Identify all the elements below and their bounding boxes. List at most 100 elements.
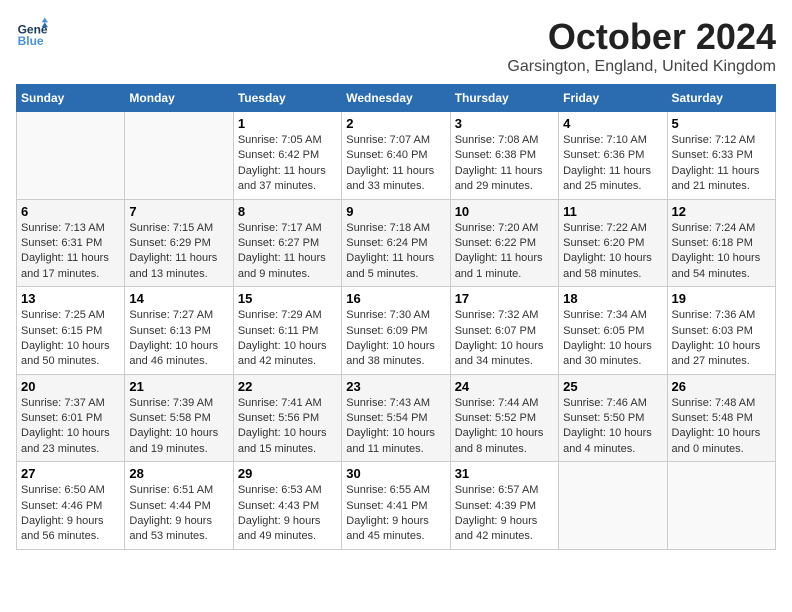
calendar-cell: 17 Sunrise: 7:32 AM Sunset: 6:07 PM Dayli… xyxy=(450,287,558,375)
date-number: 10 xyxy=(455,204,554,219)
calendar-cell: 8 Sunrise: 7:17 AM Sunset: 6:27 PM Daylig… xyxy=(233,199,341,287)
calendar-cell xyxy=(667,462,775,550)
calendar-cell: 1 Sunrise: 7:05 AM Sunset: 6:42 PM Daylig… xyxy=(233,112,341,200)
week-row-3: 13 Sunrise: 7:25 AM Sunset: 6:15 PM Dayli… xyxy=(17,287,776,375)
date-number: 30 xyxy=(346,466,445,481)
title-area: October 2024 Garsington, England, United… xyxy=(507,16,776,76)
calendar-cell: 28 Sunrise: 6:51 AM Sunset: 4:44 PM Dayli… xyxy=(125,462,233,550)
day-header-saturday: Saturday xyxy=(667,85,775,112)
calendar-cell: 14 Sunrise: 7:27 AM Sunset: 6:13 PM Dayli… xyxy=(125,287,233,375)
header: General Blue October 2024 Garsington, En… xyxy=(16,16,776,76)
date-number: 28 xyxy=(129,466,228,481)
day-header-sunday: Sunday xyxy=(17,85,125,112)
date-number: 20 xyxy=(21,379,120,394)
calendar-cell: 2Sunrise: 7:07 AM Sunset: 6:40 PM Daylig… xyxy=(342,112,450,200)
cell-info: Sunrise: 7:36 AM Sunset: 6:03 PM Dayligh… xyxy=(672,308,771,370)
cell-info: Sunrise: 6:53 AM Sunset: 4:43 PM Dayligh… xyxy=(238,483,337,545)
date-number: 2 xyxy=(346,116,445,131)
calendar-cell xyxy=(559,462,667,550)
cell-info: Sunrise: 7:43 AM Sunset: 5:54 PM Dayligh… xyxy=(346,396,445,458)
date-number: 4 xyxy=(563,116,662,131)
cell-info: Sunrise: 7:24 AM Sunset: 6:18 PM Dayligh… xyxy=(672,221,771,283)
cell-info: Sunrise: 7:41 AM Sunset: 5:56 PM Dayligh… xyxy=(238,396,337,458)
date-number: 18 xyxy=(563,291,662,306)
calendar-cell: 12 Sunrise: 7:24 AM Sunset: 6:18 PM Dayli… xyxy=(667,199,775,287)
date-number: 3 xyxy=(455,116,554,131)
day-header-monday: Monday xyxy=(125,85,233,112)
calendar-cell: 26 Sunrise: 7:48 AM Sunset: 5:48 PM Dayli… xyxy=(667,374,775,462)
cell-info: Sunrise: 7:27 AM Sunset: 6:13 PM Dayligh… xyxy=(129,308,228,370)
date-number: 27 xyxy=(21,466,120,481)
cell-info: Sunrise: 7:25 AM Sunset: 6:15 PM Dayligh… xyxy=(21,308,120,370)
calendar-table: SundayMondayTuesdayWednesdayThursdayFrid… xyxy=(16,84,776,550)
date-number: 7 xyxy=(129,204,228,219)
cell-info: Sunrise: 7:29 AM Sunset: 6:11 PM Dayligh… xyxy=(238,308,337,370)
cell-info: Sunrise: 7:22 AM Sunset: 6:20 PM Dayligh… xyxy=(563,221,662,283)
calendar-cell: 5Sunrise: 7:12 AM Sunset: 6:33 PM Daylig… xyxy=(667,112,775,200)
cell-info: Sunrise: 7:05 AM Sunset: 6:42 PM Dayligh… xyxy=(238,133,337,195)
date-number: 6 xyxy=(21,204,120,219)
header-row: SundayMondayTuesdayWednesdayThursdayFrid… xyxy=(17,85,776,112)
date-number: 15 xyxy=(238,291,337,306)
cell-info: Sunrise: 7:48 AM Sunset: 5:48 PM Dayligh… xyxy=(672,396,771,458)
date-number: 22 xyxy=(238,379,337,394)
date-number: 13 xyxy=(21,291,120,306)
cell-info: Sunrise: 7:17 AM Sunset: 6:27 PM Dayligh… xyxy=(238,221,337,283)
cell-info: Sunrise: 6:55 AM Sunset: 4:41 PM Dayligh… xyxy=(346,483,445,545)
date-number: 1 xyxy=(238,116,337,131)
calendar-cell: 27Sunrise: 6:50 AM Sunset: 4:46 PM Dayli… xyxy=(17,462,125,550)
cell-info: Sunrise: 7:34 AM Sunset: 6:05 PM Dayligh… xyxy=(563,308,662,370)
cell-info: Sunrise: 7:13 AM Sunset: 6:31 PM Dayligh… xyxy=(21,221,120,283)
date-number: 17 xyxy=(455,291,554,306)
calendar-cell: 20 Sunrise: 7:37 AM Sunset: 6:01 PM Dayli… xyxy=(17,374,125,462)
logo: General Blue xyxy=(16,16,48,48)
svg-text:Blue: Blue xyxy=(18,34,44,48)
day-header-wednesday: Wednesday xyxy=(342,85,450,112)
cell-info: Sunrise: 6:57 AM Sunset: 4:39 PM Dayligh… xyxy=(455,483,554,545)
calendar-cell: 11Sunrise: 7:22 AM Sunset: 6:20 PM Dayli… xyxy=(559,199,667,287)
cell-info: Sunrise: 7:32 AM Sunset: 6:07 PM Dayligh… xyxy=(455,308,554,370)
calendar-cell: 3 Sunrise: 7:08 AM Sunset: 6:38 PM Daylig… xyxy=(450,112,558,200)
week-row-5: 27Sunrise: 6:50 AM Sunset: 4:46 PM Dayli… xyxy=(17,462,776,550)
calendar-cell: 31Sunrise: 6:57 AM Sunset: 4:39 PM Dayli… xyxy=(450,462,558,550)
calendar-cell: 24 Sunrise: 7:44 AM Sunset: 5:52 PM Dayli… xyxy=(450,374,558,462)
calendar-cell: 29 Sunrise: 6:53 AM Sunset: 4:43 PM Dayli… xyxy=(233,462,341,550)
cell-info: Sunrise: 7:18 AM Sunset: 6:24 PM Dayligh… xyxy=(346,221,445,283)
calendar-cell: 18 Sunrise: 7:34 AM Sunset: 6:05 PM Dayli… xyxy=(559,287,667,375)
calendar-cell: 19 Sunrise: 7:36 AM Sunset: 6:03 PM Dayli… xyxy=(667,287,775,375)
date-number: 25 xyxy=(563,379,662,394)
date-number: 16 xyxy=(346,291,445,306)
date-number: 23 xyxy=(346,379,445,394)
cell-info: Sunrise: 7:46 AM Sunset: 5:50 PM Dayligh… xyxy=(563,396,662,458)
week-row-2: 6 Sunrise: 7:13 AM Sunset: 6:31 PM Daylig… xyxy=(17,199,776,287)
page-subtitle: Garsington, England, United Kingdom xyxy=(507,58,776,76)
page-title: October 2024 xyxy=(507,16,776,58)
calendar-cell xyxy=(17,112,125,200)
date-number: 24 xyxy=(455,379,554,394)
calendar-cell: 13 Sunrise: 7:25 AM Sunset: 6:15 PM Dayli… xyxy=(17,287,125,375)
calendar-cell: 4Sunrise: 7:10 AM Sunset: 6:36 PM Daylig… xyxy=(559,112,667,200)
date-number: 5 xyxy=(672,116,771,131)
logo-icon: General Blue xyxy=(16,16,48,48)
cell-info: Sunrise: 6:51 AM Sunset: 4:44 PM Dayligh… xyxy=(129,483,228,545)
cell-info: Sunrise: 7:37 AM Sunset: 6:01 PM Dayligh… xyxy=(21,396,120,458)
date-number: 14 xyxy=(129,291,228,306)
cell-info: Sunrise: 7:08 AM Sunset: 6:38 PM Dayligh… xyxy=(455,133,554,195)
date-number: 21 xyxy=(129,379,228,394)
week-row-4: 20 Sunrise: 7:37 AM Sunset: 6:01 PM Dayli… xyxy=(17,374,776,462)
date-number: 26 xyxy=(672,379,771,394)
date-number: 19 xyxy=(672,291,771,306)
cell-info: Sunrise: 7:15 AM Sunset: 6:29 PM Dayligh… xyxy=(129,221,228,283)
date-number: 29 xyxy=(238,466,337,481)
cell-info: Sunrise: 7:20 AM Sunset: 6:22 PM Dayligh… xyxy=(455,221,554,283)
date-number: 12 xyxy=(672,204,771,219)
cell-info: Sunrise: 7:30 AM Sunset: 6:09 PM Dayligh… xyxy=(346,308,445,370)
calendar-cell: 15 Sunrise: 7:29 AM Sunset: 6:11 PM Dayli… xyxy=(233,287,341,375)
calendar-cell: 9Sunrise: 7:18 AM Sunset: 6:24 PM Daylig… xyxy=(342,199,450,287)
day-header-tuesday: Tuesday xyxy=(233,85,341,112)
date-number: 8 xyxy=(238,204,337,219)
week-row-1: 1 Sunrise: 7:05 AM Sunset: 6:42 PM Daylig… xyxy=(17,112,776,200)
day-header-friday: Friday xyxy=(559,85,667,112)
cell-info: Sunrise: 7:44 AM Sunset: 5:52 PM Dayligh… xyxy=(455,396,554,458)
day-header-thursday: Thursday xyxy=(450,85,558,112)
